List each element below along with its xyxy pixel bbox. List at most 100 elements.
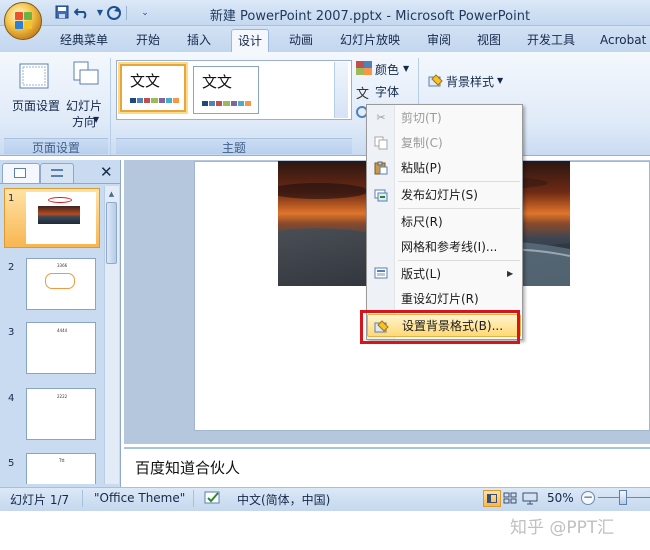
slides-tab-icon [14, 168, 26, 178]
background-styles-label[interactable]: 背景样式 [446, 73, 494, 90]
office-button[interactable] [4, 2, 42, 40]
chevron-down-icon[interactable]: ▼ [497, 76, 503, 85]
tab-developer[interactable]: 开发工具 [527, 31, 575, 51]
menu-item-label: 重设幻灯片(R) [401, 292, 479, 306]
zoom-out-icon[interactable]: − [581, 491, 595, 505]
slide-number: 1 [8, 193, 15, 204]
tab-acrobat[interactable]: Acrobat [600, 31, 646, 51]
redo-icon[interactable] [106, 5, 122, 21]
watermark: 知乎 @PPT汇 [510, 518, 615, 538]
gallery-scrollbar[interactable] [334, 62, 348, 118]
slide-number: 3 [8, 327, 15, 338]
chevron-down-icon[interactable]: ▼ [403, 64, 409, 73]
normal-view-icon [487, 494, 497, 503]
menu-separator [398, 260, 520, 261]
tab-view[interactable]: 视图 [477, 31, 501, 51]
page-setup-button-label[interactable]: 页面设置 [10, 97, 62, 114]
slide-thumbnail-3[interactable]: 4444 [26, 322, 96, 374]
tab-slideshow[interactable]: 幻灯片放映 [340, 31, 400, 51]
slide-thumb-text: 3366 [57, 263, 68, 268]
slide-thumbnail-1[interactable] [26, 192, 96, 244]
colors-label[interactable]: 颜色 [375, 61, 399, 78]
menu-item-label: 标尺(R) [401, 215, 443, 229]
qat-separator [126, 6, 127, 20]
menu-item-label: 版式(L) [401, 267, 442, 281]
background-styles-icon[interactable] [428, 73, 444, 89]
paste-icon [373, 161, 389, 175]
theme-preview-text: 文文 [130, 72, 161, 90]
rounded-rect-shape [45, 273, 75, 289]
slide-number: 5 [8, 458, 15, 469]
tab-insert[interactable]: 插入 [187, 31, 211, 51]
slide-number: 2 [8, 262, 15, 273]
page-setup-icon[interactable] [18, 62, 50, 92]
slide-thumb-text: 4444 [57, 328, 68, 333]
colors-icon[interactable] [356, 61, 372, 75]
menu-item-label: 粘贴(P) [401, 161, 442, 175]
slide-thumbnail-4[interactable]: 2222 [26, 388, 96, 440]
layout-icon [373, 267, 389, 281]
scroll-up-icon[interactable]: ▲ [105, 188, 118, 200]
copy-icon [373, 136, 389, 150]
scroll-thumb[interactable] [106, 202, 117, 264]
menu-item-label: 复制(C) [401, 136, 443, 150]
outline-tab-icon [51, 169, 63, 177]
slide-orientation-label-1[interactable]: 幻灯片 [64, 97, 104, 114]
language-status[interactable]: 中文(简体，中国) [237, 491, 330, 508]
menu-item-reset-slide[interactable]: 重设幻灯片(R) [367, 288, 521, 310]
page-setup-group-label: 页面设置 [4, 138, 108, 155]
tab-design[interactable]: 设计 [231, 29, 270, 53]
slide-sorter-view-icon[interactable] [503, 492, 517, 505]
menu-item-copy: 复制(C) [367, 132, 521, 154]
group-separator [110, 58, 111, 154]
slide-number: 4 [8, 393, 15, 404]
close-pane-icon[interactable]: ✕ [100, 163, 113, 181]
status-separator [193, 490, 194, 507]
slides-tab[interactable] [2, 163, 40, 183]
menu-item-label: 剪切(T) [401, 111, 442, 125]
tab-home[interactable]: 开始 [136, 31, 160, 51]
customize-qat-icon[interactable]: ⌄ [137, 5, 153, 21]
normal-view-button[interactable] [483, 490, 501, 507]
undo-icon[interactable] [73, 5, 90, 21]
scissors-icon: ✂ [376, 111, 386, 124]
tab-review[interactable]: 审阅 [427, 31, 451, 51]
theme-office-2[interactable]: 文文 [193, 66, 259, 114]
tab-classic-menu[interactable]: 经典菜单 [60, 31, 108, 51]
menu-item-paste[interactable]: 粘贴(P) [367, 157, 521, 179]
slide-counter: 幻灯片 1/7 [10, 493, 70, 507]
menu-item-grid-guides[interactable]: 网格和参考线(I)... [367, 236, 521, 258]
menu-item-label: 网格和参考线(I)... [401, 240, 498, 254]
fonts-icon[interactable]: 文 [356, 83, 369, 102]
theme-color-bars [130, 98, 180, 103]
menu-item-layout[interactable]: 版式(L) ▶ [367, 263, 521, 285]
slide-thumb-text: 2222 [57, 394, 68, 399]
slide-thumb-text: Ttt [59, 458, 65, 463]
sunset-image-thumbnail [38, 206, 80, 224]
menu-item-publish-slides[interactable]: 发布幻灯片(S) [367, 184, 521, 206]
theme-name: "Office Theme" [94, 491, 186, 505]
menu-item-cut: ✂ 剪切(T) [367, 107, 521, 129]
office-logo-icon [15, 12, 32, 29]
slide-thumbnail-5[interactable]: Ttt [26, 453, 96, 484]
tab-animation[interactable]: 动画 [289, 31, 313, 51]
spell-check-icon[interactable] [204, 490, 222, 506]
theme-office[interactable]: 文文 [120, 64, 186, 112]
slideshow-view-icon[interactable] [522, 492, 538, 505]
menu-separator [398, 181, 520, 182]
notes-text: 百度知道合伙人 [135, 459, 241, 477]
zoom-level[interactable]: 50% [547, 491, 574, 505]
fonts-label[interactable]: 字体 [375, 83, 399, 100]
zoom-slider-thumb[interactable] [619, 490, 627, 505]
publish-slides-icon [373, 188, 389, 202]
save-icon[interactable] [54, 5, 70, 21]
menu-item-ruler[interactable]: 标尺(R) [367, 211, 521, 233]
slide-thumbnail-2[interactable]: 3366 [26, 258, 96, 310]
slide-orientation-icon[interactable] [70, 60, 100, 92]
chevron-down-icon[interactable]: ▼ [93, 115, 99, 124]
outline-tab[interactable] [40, 163, 74, 183]
title-oval-thumbnail [48, 197, 72, 203]
themes-group-label: 主题 [116, 138, 352, 155]
menu-item-label: 发布幻灯片(S) [401, 188, 478, 202]
red-highlight-box [360, 310, 520, 344]
